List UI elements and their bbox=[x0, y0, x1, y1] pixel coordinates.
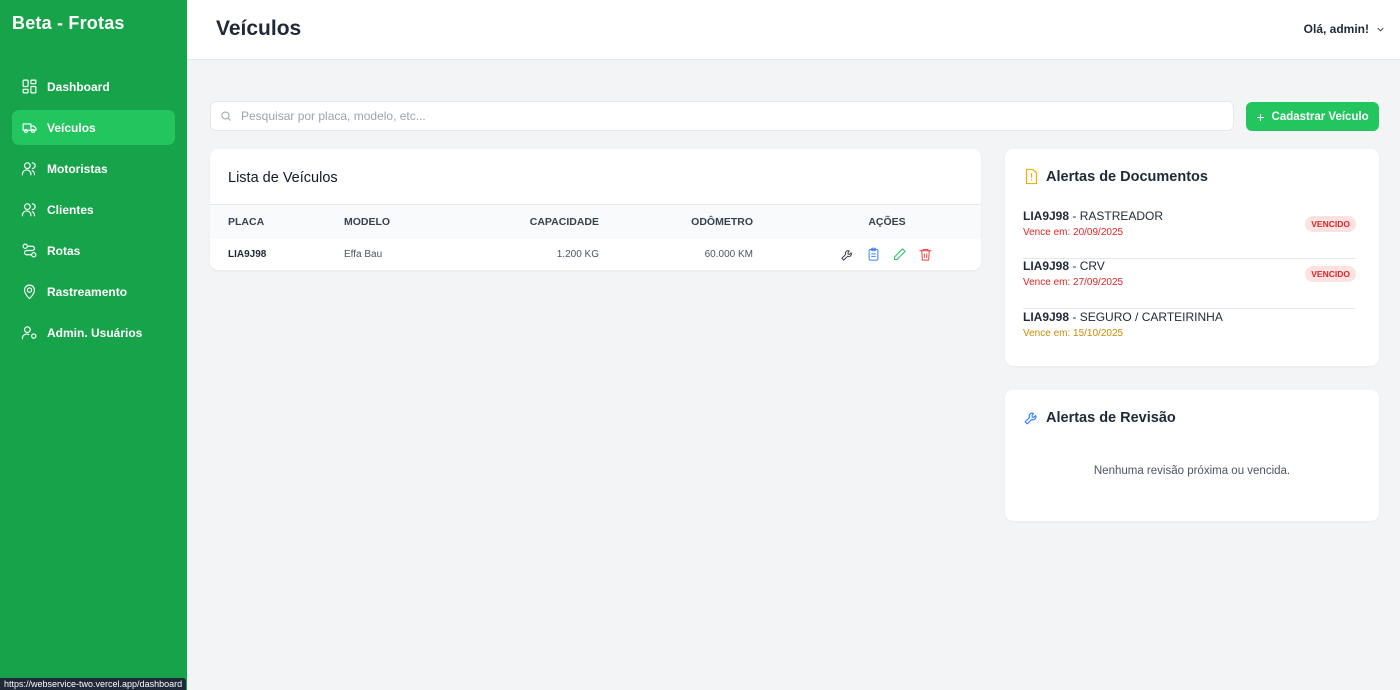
wrench-icon bbox=[1024, 412, 1037, 425]
page-title: Veículos bbox=[216, 17, 302, 40]
edit-button[interactable] bbox=[892, 247, 908, 263]
sidebar-item-veiculos[interactable]: Veículos bbox=[12, 110, 175, 145]
revision-empty-message: Nenhuma revisão próxima ou vencida. bbox=[1093, 465, 1291, 477]
column-header-odometro: ODÔMETRO bbox=[691, 215, 753, 228]
wrench-icon bbox=[841, 249, 852, 261]
cell-capacidade: 1.200 KG bbox=[556, 249, 599, 260]
brand-title: Beta - Frotas bbox=[12, 13, 125, 33]
document-alert-item: LIA9J98 - RASTREADOR Vence em: 20/09/202… bbox=[1023, 209, 1356, 259]
map-pin-icon bbox=[21, 283, 38, 300]
cell-acoes bbox=[753, 239, 981, 271]
sidebar-item-rastreamento[interactable]: Rastreamento bbox=[12, 274, 175, 309]
file-warning-icon bbox=[1025, 168, 1038, 185]
document-alerts-title: Alertas de Documentos bbox=[1046, 168, 1208, 185]
dashboard-icon bbox=[21, 78, 38, 95]
alert-plate: LIA9J98 bbox=[1023, 209, 1070, 223]
sidebar-item-label: Motoristas bbox=[47, 161, 108, 176]
document-alerts-header: Alertas de Documentos bbox=[1023, 168, 1208, 185]
revision-alerts-card: Alertas de Revisão Nenhuma revisão próxi… bbox=[1005, 390, 1379, 521]
vehicle-list-card: Lista de Veículos PLACA MODELO CAPACIDAD… bbox=[210, 149, 981, 270]
table-row: LIA9J98 Effa Bau 1.200 KG 60.000 KM bbox=[210, 239, 981, 271]
sidebar-item-motoristas[interactable]: Motoristas bbox=[12, 151, 175, 186]
column-header-acoes: AÇÕES bbox=[868, 215, 906, 228]
alert-doc-type: - SEGURO / CARTEIRINHA bbox=[1069, 310, 1223, 324]
alert-due-date: Vence em: 15/10/2025 bbox=[1023, 328, 1124, 339]
route-icon bbox=[21, 242, 38, 259]
revision-alerts-header: Alertas de Revisão bbox=[1023, 409, 1176, 426]
search-icon bbox=[221, 111, 231, 121]
users-icon bbox=[21, 201, 38, 218]
sidebar-item-label: Veículos bbox=[47, 120, 96, 135]
alert-main-text: LIA9J98 - SEGURO / CARTEIRINHA bbox=[1023, 310, 1356, 324]
status-bar-url: https://webservice-two.vercel.app/dashbo… bbox=[0, 678, 187, 690]
cell-odometro: 60.000 KM bbox=[704, 249, 753, 260]
sidebar: Beta - Frotas Dashboard Veículos Motoris… bbox=[0, 0, 187, 690]
sidebar-nav: Dashboard Veículos Motoristas Clientes R… bbox=[12, 69, 175, 356]
delete-button[interactable] bbox=[918, 247, 934, 263]
user-cog-icon bbox=[21, 324, 38, 341]
truck-icon bbox=[21, 119, 38, 136]
table-header-row: PLACA MODELO CAPACIDADE ODÔMETRO AÇÕES bbox=[210, 204, 981, 239]
users-icon bbox=[21, 160, 38, 177]
sidebar-item-dashboard[interactable]: Dashboard bbox=[12, 69, 175, 104]
pencil-icon bbox=[894, 247, 906, 260]
sidebar-item-label: Admin. Usuários bbox=[47, 325, 143, 340]
sidebar-item-admin-usuarios[interactable]: Admin. Usuários bbox=[12, 315, 175, 350]
sidebar-item-label: Dashboard bbox=[47, 79, 110, 94]
alert-plate: LIA9J98 bbox=[1023, 310, 1070, 324]
alert-doc-type: - RASTREADOR bbox=[1069, 209, 1164, 223]
document-alert-item: LIA9J98 - CRV Vence em: 27/09/2025 VENCI… bbox=[1023, 259, 1356, 309]
alert-plate: LIA9J98 bbox=[1023, 259, 1070, 273]
vehicle-list-title: Lista de Veículos bbox=[228, 170, 338, 186]
chevron-down-icon bbox=[1377, 27, 1384, 32]
search-input[interactable] bbox=[241, 109, 1204, 123]
trash-icon bbox=[919, 248, 932, 261]
top-header: Veículos Olá, admin! bbox=[187, 0, 1400, 60]
user-menu[interactable]: Olá, admin! bbox=[1304, 22, 1386, 36]
documents-button[interactable] bbox=[866, 247, 882, 263]
add-vehicle-button[interactable]: + Cadastrar Veículo bbox=[1246, 102, 1379, 131]
search-box bbox=[210, 101, 1234, 131]
cell-modelo: Effa Bau bbox=[344, 249, 383, 260]
sidebar-item-rotas[interactable]: Rotas bbox=[12, 233, 175, 268]
alert-doc-type: - CRV bbox=[1069, 259, 1105, 273]
revision-alerts-title: Alertas de Revisão bbox=[1046, 409, 1176, 426]
sidebar-item-label: Clientes bbox=[47, 202, 94, 217]
document-alert-item: LIA9J98 - SEGURO / CARTEIRINHA Vence em:… bbox=[1023, 310, 1356, 360]
status-badge: VENCIDO bbox=[1305, 266, 1356, 282]
maintenance-wrench-button[interactable] bbox=[840, 247, 856, 263]
vehicle-table: PLACA MODELO CAPACIDADE ODÔMETRO AÇÕES L… bbox=[210, 204, 981, 270]
clipboard-icon bbox=[868, 247, 879, 261]
document-alerts-card: Alertas de Documentos LIA9J98 - RASTREAD… bbox=[1005, 149, 1379, 366]
column-header-modelo: MODELO bbox=[344, 215, 391, 228]
sidebar-item-label: Rastreamento bbox=[47, 284, 128, 299]
sidebar-item-clientes[interactable]: Clientes bbox=[12, 192, 175, 227]
cell-placa: LIA9J98 bbox=[228, 249, 267, 260]
plus-icon: + bbox=[1256, 108, 1265, 125]
user-greeting: Olá, admin! bbox=[1303, 22, 1369, 36]
column-header-capacidade: CAPACIDADE bbox=[529, 215, 599, 228]
sidebar-item-label: Rotas bbox=[47, 243, 81, 258]
add-vehicle-label: Cadastrar Veículo bbox=[1271, 110, 1369, 123]
status-badge: VENCIDO bbox=[1305, 216, 1356, 232]
column-header-placa: PLACA bbox=[228, 215, 265, 228]
